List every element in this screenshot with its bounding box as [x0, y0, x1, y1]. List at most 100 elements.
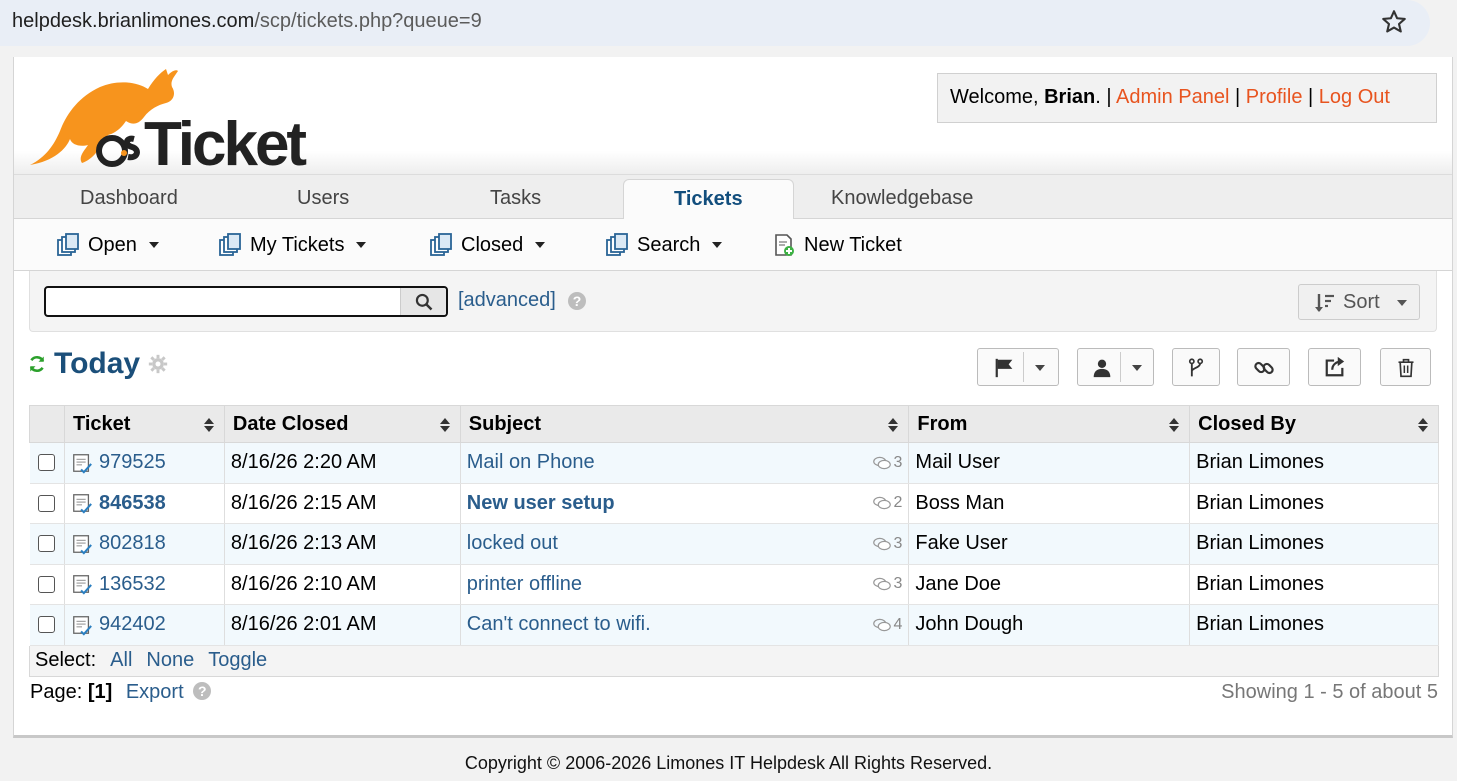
row-checkbox[interactable]: [38, 494, 56, 512]
chevron-down-icon: [1397, 299, 1408, 306]
table-row[interactable]: 942402 8/16/26 2:01 AM Can't connect to wi…: [29, 604, 1439, 646]
search-bar: [advanced] ? Sort: [29, 271, 1437, 332]
column-header-closed-by[interactable]: Closed By: [1189, 405, 1439, 443]
column-header-date-closed[interactable]: Date Closed: [223, 405, 461, 443]
header-label: Closed By: [1198, 412, 1296, 435]
queue-icon: [606, 233, 628, 256]
ticket-number-link[interactable]: 942402: [99, 613, 166, 635]
column-header-from[interactable]: From: [908, 405, 1191, 443]
date-closed-cell: 8/16/26 2:10 AM: [224, 564, 461, 605]
subject-link[interactable]: locked out: [467, 532, 558, 555]
search-button[interactable]: [400, 288, 446, 315]
row-select-cell: [29, 442, 65, 484]
select-toggle-link[interactable]: Toggle: [208, 649, 267, 671]
refresh-icon[interactable]: [28, 355, 46, 373]
osticket-logo[interactable]: Ticket: [26, 65, 346, 169]
link-button[interactable]: [1237, 348, 1290, 386]
chevron-down-icon: [1132, 365, 1142, 371]
row-checkbox[interactable]: [38, 616, 56, 634]
row-select-cell: [29, 523, 65, 565]
subnav-new-ticket[interactable]: New Ticket: [772, 233, 902, 257]
help-icon[interactable]: ?: [193, 682, 212, 700]
row-checkbox[interactable]: [38, 454, 56, 472]
merge-icon: [1188, 358, 1204, 377]
table-row[interactable]: 979525 8/16/26 2:20 AM Mail on Phone 3 Mail …: [29, 442, 1439, 484]
tab-knowledgebase[interactable]: Knowledgebase: [831, 187, 973, 210]
ticket-number-link[interactable]: 979525: [99, 451, 166, 473]
row-checkbox[interactable]: [38, 535, 56, 553]
thread-count: 2: [872, 494, 902, 512]
advanced-search-link[interactable]: [advanced]: [458, 289, 556, 312]
footer-copyright: Copyright © 2006-2026 Limones IT Helpdes…: [464, 753, 993, 773]
help-icon[interactable]: ?: [568, 292, 586, 310]
export-link[interactable]: Export: [126, 681, 184, 703]
showing-count: Showing 1 - 5 of about 5: [1221, 681, 1438, 703]
delete-button[interactable]: [1380, 348, 1431, 386]
share-button[interactable]: [1308, 348, 1361, 386]
ticket-number-cell: 942402: [64, 604, 225, 646]
sort-icon: [1169, 418, 1180, 432]
ticket-icon: [73, 494, 92, 515]
ticket-number-link[interactable]: 136532: [99, 573, 166, 595]
select-all-link[interactable]: All: [110, 649, 132, 671]
subnav-closed[interactable]: Closed: [429, 233, 546, 257]
address-url[interactable]: helpdesk.brianlimones.com/scp/tickets.ph…: [12, 10, 482, 33]
tab-users[interactable]: Users: [297, 187, 349, 210]
table-row[interactable]: 846538 8/16/26 2:15 AM New user setup 2 Boss…: [29, 483, 1439, 524]
ticket-number-cell: 802818: [64, 523, 225, 565]
ticket-number-link[interactable]: 802818: [99, 532, 166, 554]
merge-button[interactable]: [1172, 348, 1220, 386]
row-checkbox[interactable]: [38, 575, 56, 593]
ticket-number-link[interactable]: 846538: [99, 492, 166, 514]
browser-address-bar[interactable]: helpdesk.brianlimones.com/scp/tickets.ph…: [0, 0, 1430, 46]
ticket-icon: [73, 535, 92, 555]
thread-count-icon: [872, 497, 891, 510]
search-box: [44, 286, 448, 317]
search-icon: [415, 293, 433, 311]
thread-count: 3: [872, 575, 902, 593]
logout-link[interactable]: Log Out: [1319, 86, 1390, 108]
gear-icon[interactable]: [148, 354, 168, 374]
site-header: Ticket Welcome, Brian. | Admin Panel | P…: [14, 57, 1452, 174]
current-page: [1]: [87, 681, 113, 703]
subject-link[interactable]: Mail on Phone: [467, 451, 595, 474]
flag-status-button[interactable]: [977, 348, 1059, 386]
sort-label: Sort: [1343, 291, 1380, 313]
select-label: Select:: [35, 649, 97, 671]
user-name: Brian: [1044, 86, 1096, 108]
queue-icon: [430, 233, 452, 256]
thread-count: 3: [872, 454, 902, 472]
table-row[interactable]: 802818 8/16/26 2:13 AM locked out 3 Fake Use…: [29, 523, 1439, 565]
column-header-subject[interactable]: Subject: [459, 405, 910, 443]
page-label: Page:: [30, 681, 83, 703]
table-row[interactable]: 136532 8/16/26 2:10 AM printer offline 3 Jan…: [29, 564, 1439, 605]
subnav-search[interactable]: Search: [605, 233, 723, 257]
sub-nav: Open My Tickets Closed Search New Ticket: [14, 219, 1452, 271]
tab-tasks[interactable]: Tasks: [490, 187, 541, 210]
tab-dashboard[interactable]: Dashboard: [80, 187, 178, 210]
admin-panel-link[interactable]: Admin Panel: [1116, 86, 1229, 108]
subnav-open[interactable]: Open: [56, 233, 159, 257]
thread-count-icon: [872, 537, 891, 550]
subnav-new-ticket-label: New Ticket: [804, 233, 902, 256]
star-icon[interactable]: [1380, 8, 1408, 36]
subject-link[interactable]: Can't connect to wifi.: [467, 613, 651, 636]
header-label: Date Closed: [232, 412, 349, 435]
subnav-my-tickets[interactable]: My Tickets: [218, 233, 367, 257]
subject-link[interactable]: New user setup: [467, 492, 615, 515]
thread-count: 3: [872, 535, 902, 553]
sort-icon: [203, 418, 214, 432]
search-input[interactable]: [48, 289, 400, 314]
select-controls: Select: All None Toggle: [29, 646, 1439, 677]
column-header-ticket[interactable]: Ticket: [63, 405, 225, 443]
sort-button[interactable]: Sort: [1298, 284, 1420, 320]
tab-tickets[interactable]: Tickets: [623, 179, 794, 221]
select-none-link[interactable]: None: [146, 649, 194, 671]
chevron-down-icon: [1035, 365, 1045, 371]
queue-title[interactable]: Today: [54, 347, 140, 381]
assign-button[interactable]: [1077, 348, 1154, 386]
ticket-number-cell: 979525: [64, 442, 225, 484]
chevron-down-icon: [712, 242, 723, 248]
profile-link[interactable]: Profile: [1246, 86, 1303, 108]
subject-link[interactable]: printer offline: [467, 573, 582, 596]
